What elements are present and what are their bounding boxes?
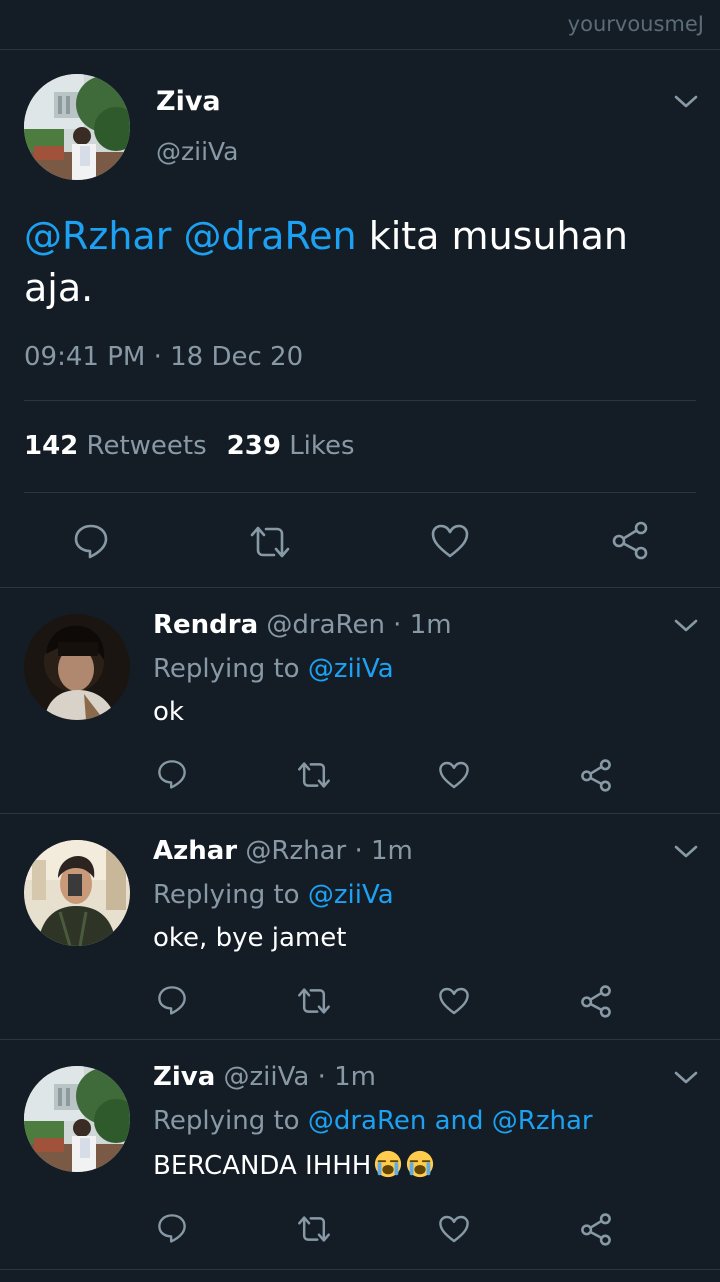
like-icon[interactable]: [438, 1214, 470, 1244]
avatar[interactable]: [24, 614, 130, 720]
replying-label: Replying to: [153, 654, 308, 684]
replying-to: Replying to @ziiVa: [153, 880, 394, 910]
chevron-down-icon[interactable]: [673, 1070, 699, 1086]
author-name[interactable]: Ziva: [153, 1062, 215, 1092]
mention-link[interactable]: @ziiVa: [308, 654, 394, 684]
share-icon[interactable]: [610, 520, 650, 560]
reply-icon[interactable]: [156, 984, 188, 1016]
chevron-down-icon[interactable]: [673, 618, 699, 634]
tweet-text: @Rzhar @draRen kita musuhan aja.: [24, 210, 684, 314]
replying-to: Replying to @draRen and @Rzhar: [153, 1106, 593, 1136]
replying-label: Replying to: [153, 1106, 308, 1136]
loudly-crying-face-icon: [407, 1150, 434, 1178]
author-name[interactable]: Rendra: [153, 610, 258, 640]
replying-to: Replying to @ziiVa: [153, 654, 394, 684]
reply-icon[interactable]: [156, 758, 188, 790]
author-handle[interactable]: @ziiVa: [156, 137, 239, 166]
reply-icon[interactable]: [72, 522, 110, 560]
author-handle-time[interactable]: @Rzhar · 1m: [245, 836, 412, 866]
replying-label: Replying to: [153, 880, 308, 910]
author-handle-time[interactable]: @ziiVa · 1m: [224, 1062, 376, 1092]
main-tweet: Ziva @ziiVa @Rzhar @draRen kita musuhan …: [0, 50, 720, 588]
loudly-crying-face-icon: [375, 1150, 402, 1178]
like-icon[interactable]: [438, 760, 470, 790]
author-name[interactable]: Ziva: [156, 86, 221, 117]
reply-header: Azhar @Rzhar · 1m: [153, 836, 413, 866]
author-name[interactable]: Azhar: [153, 836, 237, 866]
mention-link[interactable]: @draRen and @Rzhar: [308, 1106, 593, 1136]
top-bar: yourvousmeJ: [0, 0, 720, 50]
divider: [24, 492, 696, 493]
share-icon[interactable]: [579, 984, 613, 1018]
likes-count[interactable]: 239: [227, 431, 281, 461]
mention-link[interactable]: @ziiVa: [308, 880, 394, 910]
retweet-icon[interactable]: [296, 1214, 332, 1244]
reply-text-body: BERCANDA IHHH: [153, 1151, 372, 1181]
reply-text: ok: [153, 697, 184, 727]
avatar[interactable]: [24, 840, 130, 946]
reply-tweet: Azhar @Rzhar · 1m Replying to @ziiVa oke…: [0, 814, 720, 1040]
likes-label[interactable]: Likes: [289, 431, 354, 461]
like-icon[interactable]: [430, 523, 470, 559]
avatar[interactable]: [24, 74, 130, 180]
retweets-label[interactable]: Retweets: [87, 431, 207, 461]
reply-tweet: Rendra @draRen · 1m Replying to @ziiVa o…: [0, 588, 720, 814]
watermark: yourvousmeJ: [567, 12, 704, 36]
tweet-timestamp: 09:41 PM · 18 Dec 20: [24, 342, 304, 372]
retweet-icon[interactable]: [296, 760, 332, 790]
reply-tweet: Ziva @ziiVa · 1m Replying to @draRen and…: [0, 1040, 720, 1270]
share-icon[interactable]: [579, 758, 613, 792]
mention-link[interactable]: @Rzhar: [24, 214, 171, 258]
share-icon[interactable]: [579, 1212, 613, 1246]
divider: [24, 400, 696, 401]
author-handle-time[interactable]: @draRen · 1m: [266, 610, 451, 640]
mention-link[interactable]: @draRen: [183, 214, 356, 258]
retweet-icon[interactable]: [248, 524, 292, 560]
retweet-icon[interactable]: [296, 986, 332, 1016]
reply-header: Ziva @ziiVa · 1m: [153, 1062, 376, 1092]
chevron-down-icon[interactable]: [673, 94, 699, 110]
reply-header: Rendra @draRen · 1m: [153, 610, 452, 640]
reply-text: oke, bye jamet: [153, 923, 347, 953]
tweet-stats: 142 Retweets 239 Likes: [24, 431, 355, 461]
like-icon[interactable]: [438, 986, 470, 1016]
avatar[interactable]: [24, 1066, 130, 1172]
chevron-down-icon[interactable]: [673, 844, 699, 860]
retweets-count[interactable]: 142: [24, 431, 78, 461]
reply-text: BERCANDA IHHH: [153, 1149, 435, 1181]
reply-icon[interactable]: [156, 1212, 188, 1244]
